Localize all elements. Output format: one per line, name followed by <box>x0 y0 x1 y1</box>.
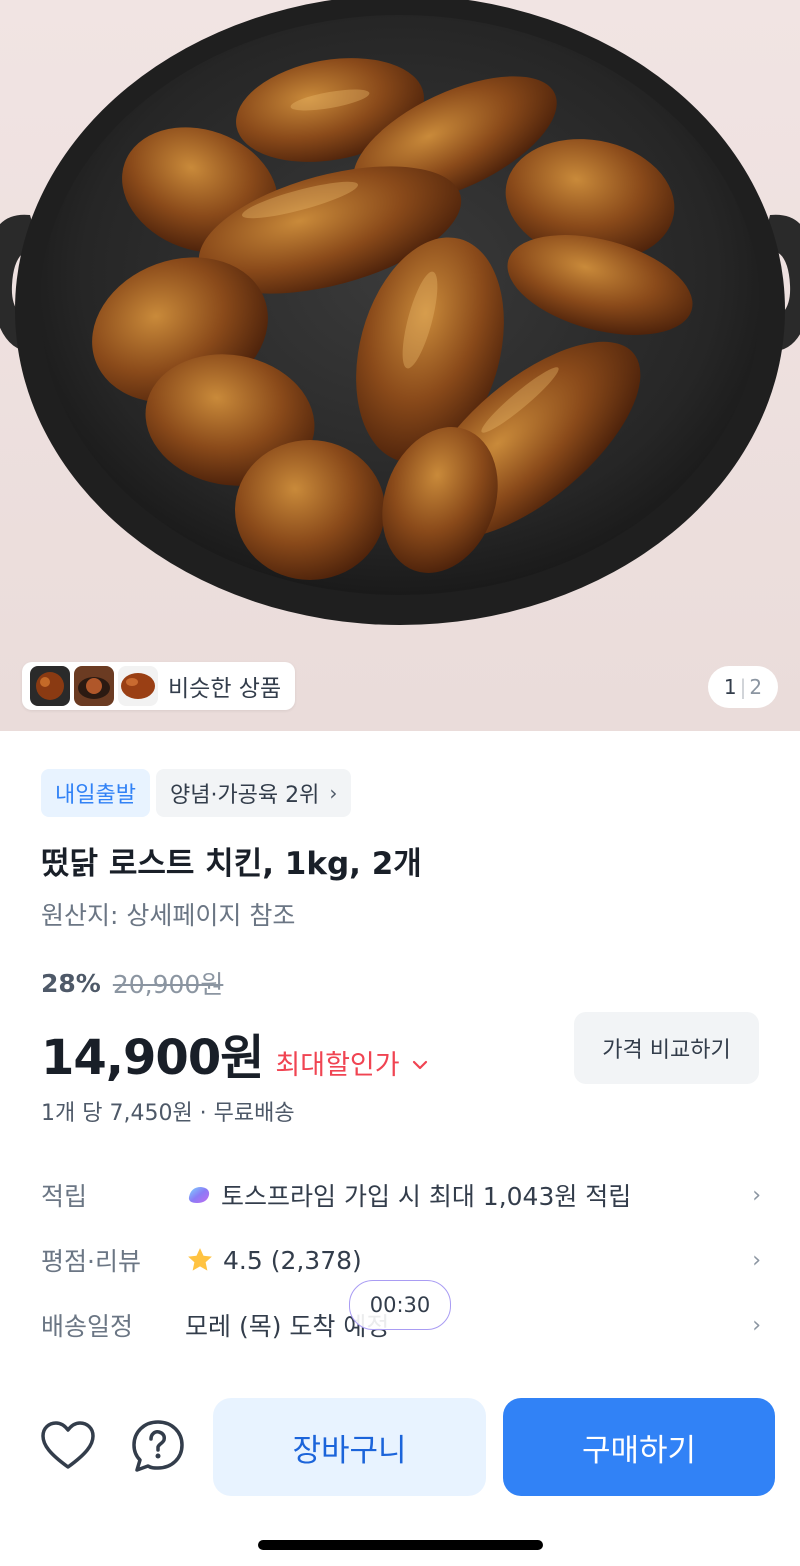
wishlist-button[interactable] <box>40 1418 96 1474</box>
rating-text: 4.5 (2,378) <box>223 1245 362 1275</box>
price-row: 14,900원 최대할인가 <box>41 1018 428 1088</box>
product-photo <box>0 0 800 625</box>
info-key: 평점·리뷰 <box>41 1247 141 1276</box>
unit-price-shipping: 1개 당 7,450원 · 무료배송 <box>41 1101 295 1126</box>
image-page-indicator: 1 | 2 <box>708 666 778 708</box>
similar-thumbnail <box>30 666 70 706</box>
star-icon <box>185 1245 215 1275</box>
similar-products-label: 비슷한 상품 <box>168 676 282 702</box>
add-to-cart-button[interactable]: 장바구니 <box>213 1398 486 1496</box>
chevron-down-icon <box>412 1051 428 1075</box>
inquiry-button[interactable] <box>130 1418 186 1474</box>
page-total: 2 <box>749 675 763 699</box>
info-value: 토스프라임 가입 시 최대 1,043원 적립 <box>185 1177 737 1213</box>
ranking-badge-label: 양념·가공육 2위 <box>169 783 320 808</box>
sale-price: 14,900원 <box>41 1030 264 1086</box>
question-bubble-icon <box>132 1420 184 1472</box>
product-badges: 내일출발 양념·가공육 2위 › <box>41 769 352 817</box>
price-compare-button[interactable]: 가격 비교하기 <box>574 1012 759 1084</box>
chevron-right-icon: › <box>329 781 338 805</box>
product-title: 떴닭 로스트 치킨, 1kg, 2개 <box>41 846 422 882</box>
product-image-carousel[interactable]: 비슷한 상품 1 | 2 <box>0 0 800 731</box>
max-discount-label: 최대할인가 <box>275 1050 400 1081</box>
similar-thumbnail <box>74 666 114 706</box>
page-separator: | <box>739 675 747 699</box>
info-value: 4.5 (2,378) <box>185 1245 737 1275</box>
discount-rate: 28% <box>41 968 101 998</box>
info-value: 모레 (목) 도착 예정 <box>185 1307 737 1343</box>
max-discount-toggle[interactable]: 최대할인가 <box>275 1043 427 1082</box>
delivery-badge: 내일출발 <box>41 769 150 817</box>
similar-thumbnail <box>118 666 158 706</box>
page-current: 1 <box>723 675 737 699</box>
timer-badge: 00:30 <box>349 1280 451 1330</box>
home-indicator <box>258 1540 543 1550</box>
buy-now-button[interactable]: 구매하기 <box>503 1398 775 1496</box>
chevron-right-icon: › <box>752 1182 761 1208</box>
similar-thumbnails <box>26 666 158 706</box>
product-origin: 원산지: 상세페이지 참조 <box>41 901 296 930</box>
info-key: 배송일정 <box>41 1312 134 1341</box>
similar-products-button[interactable]: 비슷한 상품 <box>22 662 296 710</box>
ranking-badge[interactable]: 양념·가공육 2위 › <box>155 769 352 817</box>
heart-icon <box>41 1421 95 1469</box>
info-value-text: 토스프라임 가입 시 최대 1,043원 적립 <box>221 1182 632 1211</box>
info-key: 적립 <box>41 1182 88 1211</box>
chevron-right-icon: › <box>752 1247 761 1273</box>
info-row-points[interactable]: 적립 토스프라임 가입 시 최대 1,043원 적립 › <box>41 1170 761 1220</box>
delivery-badge-label: 내일출발 <box>55 783 136 808</box>
toss-prime-icon <box>185 1183 213 1207</box>
original-price: 20,900원 <box>112 970 224 999</box>
discount-row: 28% 20,900원 <box>41 965 223 1001</box>
info-row-rating[interactable]: 평점·리뷰 4.5 (2,378) › <box>41 1235 761 1285</box>
chevron-right-icon: › <box>752 1312 761 1338</box>
